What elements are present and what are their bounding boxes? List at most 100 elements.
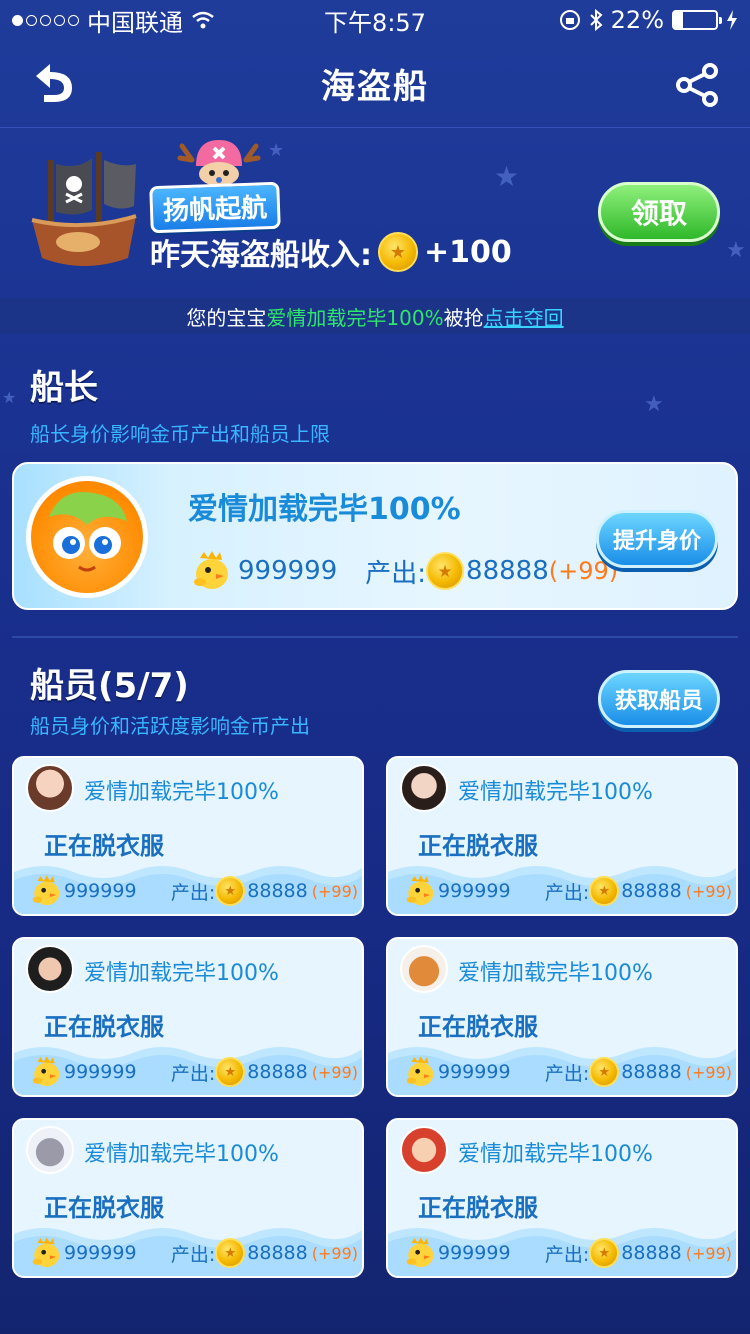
chick-worth-icon (406, 1237, 434, 1268)
banner-slogan: 扬帆起航 (149, 181, 281, 234)
crew-card-2[interactable]: 爱情加载完毕100% 正在脱衣服 999999 产出: 88888 (+99) (386, 756, 738, 916)
crew-worth: 999999 (64, 880, 137, 902)
crew-status: 正在脱衣服 (44, 832, 164, 860)
upgrade-worth-button[interactable]: 提升身价 (596, 510, 718, 568)
crew-bonus: (+99) (685, 881, 732, 901)
clock: 下午8:57 (324, 8, 426, 37)
coin-icon (426, 552, 465, 590)
notice-mid: 被抢 (443, 305, 484, 330)
crew-status: 正在脱衣服 (418, 1194, 538, 1222)
chick-worth-icon (194, 551, 228, 589)
crew-card-1[interactable]: 爱情加载完毕100% 正在脱衣服 999999 产出: 88888 (+99) (12, 756, 364, 916)
crew-name: 爱情加载完毕100% (458, 961, 653, 986)
avatar (400, 1126, 448, 1174)
output-label: 产出: (170, 881, 216, 904)
avatar (26, 945, 74, 993)
income-banner: 扬帆起航 昨天海盗船收入: +100 领取 您的宝宝 爱情加载完毕100% 被抢… (0, 128, 750, 334)
avatar (26, 764, 74, 812)
chick-worth-icon (406, 1056, 434, 1087)
chick-worth-icon (32, 1237, 60, 1268)
status-bar: 中国联通 下午8:57 22% (0, 0, 750, 40)
captain-stats: 999999 产出: 88888 (+99) (188, 550, 618, 592)
crew-stats: 999999 产出: 88888 (+99) (402, 1236, 732, 1270)
crew-stats: 999999 产出: 88888 (+99) (28, 1236, 358, 1270)
wifi-icon (192, 11, 214, 29)
crew-section-title: 船员(5/7) (30, 666, 189, 706)
carrier-label: 中国联通 (87, 8, 183, 37)
crew-stats: 999999 产出: 88888 (+99) (402, 1055, 732, 1089)
coin-icon (215, 1057, 246, 1087)
crew-status: 正在脱衣服 (44, 1013, 164, 1041)
crew-output: 88888 (621, 1242, 682, 1264)
captain-section-title: 船长 (30, 368, 98, 408)
avatar (400, 764, 448, 812)
section-divider (12, 636, 738, 638)
crew-card-4[interactable]: 爱情加载完毕100% 正在脱衣服 999999 产出: 88888 (+99) (386, 937, 738, 1097)
signal-icon (12, 14, 79, 26)
coin-icon (215, 1238, 246, 1268)
crew-section-subtitle: 船员身价和活跃度影响金币产出 (30, 714, 310, 738)
crew-name: 爱情加载完毕100% (84, 780, 279, 805)
crew-name: 爱情加载完毕100% (458, 1142, 653, 1167)
captain-card[interactable]: 爱情加载完毕100% 999999 产出: 88888 (+99) 提升身价 (12, 462, 738, 610)
coin-icon (378, 232, 418, 272)
claim-button[interactable]: 领取 (598, 182, 720, 242)
crew-card-6[interactable]: 爱情加载完毕100% 正在脱衣服 999999 产出: 88888 (+99) (386, 1118, 738, 1278)
crew-stats: 999999 产出: 88888 (+99) (28, 874, 358, 908)
crew-status: 正在脱衣服 (418, 832, 538, 860)
pirate-ship-icon (31, 152, 137, 266)
robbery-notice: 您的宝宝 爱情加载完毕100% 被抢 点击夺回 (0, 298, 750, 334)
crew-worth: 999999 (64, 1242, 137, 1264)
crew-bonus: (+99) (311, 1243, 358, 1263)
crew-bonus: (+99) (685, 1243, 732, 1263)
chick-worth-icon (406, 875, 434, 906)
output-label: 产出: (544, 1243, 590, 1266)
coin-icon (589, 1238, 620, 1268)
get-crew-button[interactable]: 获取船员 (598, 670, 720, 728)
battery-level (674, 12, 684, 28)
orange-mascot-icon (49, 492, 127, 572)
avatar (26, 1126, 74, 1174)
crew-stats: 999999 产出: 88888 (+99) (402, 874, 732, 908)
output-label: 产出: (544, 1062, 590, 1085)
crew-bonus: (+99) (311, 1062, 358, 1082)
crew-name: 爱情加载完毕100% (84, 961, 279, 986)
battery-icon (672, 10, 722, 30)
avatar (400, 945, 448, 993)
crew-worth: 999999 (438, 1061, 511, 1083)
charging-icon (727, 10, 737, 30)
page-title: 海盗船 (321, 67, 429, 107)
crew-output: 88888 (247, 1061, 308, 1083)
crew-card-3[interactable]: 爱情加载完毕100% 正在脱衣服 999999 产出: 88888 (+99) (12, 937, 364, 1097)
bluetooth-icon (589, 9, 603, 31)
crew-output: 88888 (247, 1242, 308, 1264)
nav-bar: 海盗船 (0, 40, 750, 128)
notice-baby-name: 爱情加载完毕100% (266, 305, 444, 330)
income-label: 昨天海盗船收入: (150, 238, 372, 273)
captain-section-subtitle: 船长身价影响金币产出和船员上限 (30, 422, 330, 446)
avatar (26, 476, 148, 598)
crew-bonus: (+99) (311, 881, 358, 901)
back-icon[interactable] (30, 62, 78, 106)
recapture-link[interactable]: 点击夺回 (484, 302, 564, 331)
crew-output: 88888 (621, 880, 682, 902)
share-icon[interactable] (674, 62, 720, 108)
orientation-lock-icon (559, 10, 580, 30)
crew-output: 88888 (247, 880, 308, 902)
coin-icon (215, 876, 246, 906)
captain-name: 爱情加载完毕100% (188, 492, 461, 527)
crew-stats: 999999 产出: 88888 (+99) (28, 1055, 358, 1089)
captain-worth: 999999 (238, 556, 338, 586)
star-icon: ★ (2, 388, 17, 407)
yesterday-income: 昨天海盗船收入: +100 (150, 230, 512, 274)
crew-output: 88888 (621, 1061, 682, 1083)
coin-icon (589, 876, 620, 906)
crew-name: 爱情加载完毕100% (458, 780, 653, 805)
battery-percent: 22% (610, 6, 664, 34)
crew-card-5[interactable]: 爱情加载完毕100% 正在脱衣服 999999 产出: 88888 (+99) (12, 1118, 364, 1278)
coin-icon (589, 1057, 620, 1087)
crew-worth: 999999 (438, 880, 511, 902)
output-label: 产出: (170, 1243, 216, 1266)
notice-prefix: 您的宝宝 (186, 305, 267, 330)
crew-status: 正在脱衣服 (44, 1194, 164, 1222)
